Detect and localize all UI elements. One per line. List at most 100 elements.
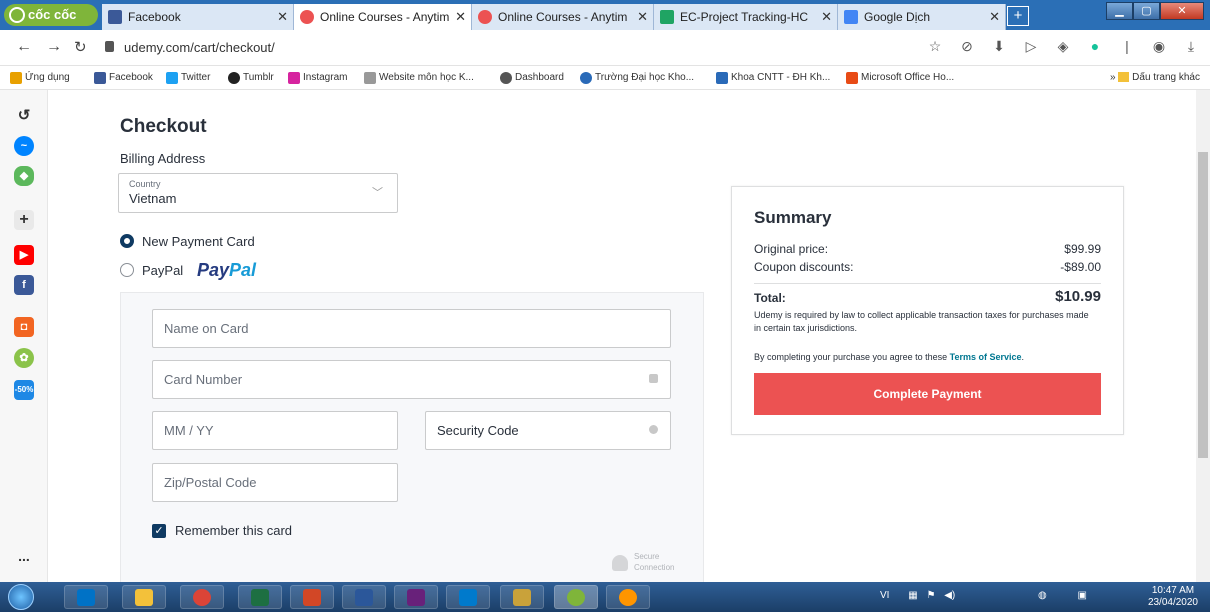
maximize-button[interactable]: ▢ (1133, 2, 1160, 20)
url-text[interactable]: udemy.com/cart/checkout/ (124, 40, 275, 55)
paypal-label[interactable]: PayPal (142, 263, 183, 278)
security-code-input[interactable]: Security Code (425, 411, 671, 450)
university-icon (580, 72, 592, 84)
tumblr-icon (228, 72, 240, 84)
sheets-icon (660, 10, 674, 24)
terms-of-service-link[interactable]: Terms of Service (950, 352, 1022, 362)
outlook-icon (77, 589, 95, 606)
tab-project-tracking[interactable]: EC-Project Tracking-HC ✕ (654, 4, 838, 30)
bookmark-university[interactable]: Trường Đại học Kho... (580, 72, 694, 84)
radio-paypal[interactable] (120, 263, 134, 277)
office-icon (846, 72, 858, 84)
tab-facebook[interactable]: Facebook ✕ (102, 4, 294, 30)
bookmark-office[interactable]: Microsoft Office Ho... (846, 72, 954, 84)
close-icon[interactable]: ✕ (637, 4, 648, 30)
name-on-card-input[interactable]: Name on Card (152, 309, 671, 348)
bookmark-facebook[interactable]: Facebook (94, 72, 153, 84)
tray-app-icon-2[interactable]: ▣ (1078, 590, 1087, 601)
page-scrollbar[interactable] (1196, 90, 1210, 582)
messenger-icon[interactable]: ~ (14, 136, 34, 156)
new-payment-card-label[interactable]: New Payment Card (142, 234, 255, 249)
help-icon[interactable] (649, 425, 658, 434)
brand-name: cốc cốc (28, 7, 77, 22)
game-icon[interactable]: ◆ (14, 166, 34, 186)
tab-udemy-active[interactable]: Online Courses - Anytim ✕ (294, 4, 472, 30)
profile-icon[interactable]: ◉ (1150, 38, 1168, 55)
taskbar-outlook[interactable] (64, 585, 108, 609)
minimize-button[interactable]: ▁ (1106, 2, 1133, 20)
star-icon[interactable]: ☆ (926, 38, 944, 55)
taskbar-firefox[interactable] (606, 585, 650, 609)
facebook-icon[interactable]: f (14, 275, 34, 295)
close-icon[interactable]: ✕ (821, 4, 832, 30)
coccoc-brand[interactable]: cốc cốc (4, 4, 98, 26)
expiry-input[interactable]: MM / YY (152, 411, 398, 450)
shield-icon[interactable]: ⊘ (958, 38, 976, 55)
other-bookmarks[interactable]: » Dấu trang khác (1110, 72, 1200, 83)
close-window-button[interactable]: ✕ (1160, 2, 1204, 20)
bookmark-faculty[interactable]: Khoa CNTT - ĐH Kh... (716, 72, 830, 84)
reload-icon[interactable]: ↻ (74, 38, 87, 56)
browser-tab-strip: cốc cốc Facebook ✕ Online Courses - Anyt… (0, 0, 1210, 30)
coupon-row: Coupon discounts: -$89.00 (754, 260, 1101, 274)
forward-icon[interactable]: → (46, 38, 62, 56)
more-icon[interactable]: ... (14, 546, 34, 566)
original-price-value: $99.99 (1064, 242, 1101, 256)
volume-icon[interactable]: ◀) (944, 590, 955, 601)
leaf-icon[interactable]: ✿ (14, 348, 34, 368)
sale-icon[interactable]: -50% (14, 380, 34, 400)
remember-card-checkbox[interactable]: ✓ (152, 524, 166, 538)
complete-payment-button[interactable]: Complete Payment (754, 373, 1101, 415)
address-bar: ← → ↻ udemy.com/cart/checkout/ ☆ ⊘ ⬇ ▷ ◈… (0, 30, 1210, 66)
start-button[interactable] (8, 584, 34, 610)
tab-google-translate[interactable]: Google Dịch ✕ (838, 4, 1006, 30)
taskbar-visual-studio[interactable] (394, 585, 438, 609)
taskbar-powerpoint[interactable] (290, 585, 334, 609)
taskbar-coccoc[interactable] (554, 585, 598, 609)
taskbar-chrome[interactable] (180, 585, 224, 609)
tab-title: Online Courses - Anytim (320, 10, 450, 24)
card-number-input[interactable]: Card Number (152, 360, 671, 399)
system-clock[interactable]: 10:47 AM 23/04/2020 (1148, 585, 1198, 609)
network-icon[interactable]: ▦ (908, 590, 917, 601)
downloads-icon[interactable]: ⤓ (1182, 38, 1200, 55)
tab-udemy-2[interactable]: Online Courses - Anytim ✕ (472, 4, 654, 30)
new-tab-button[interactable]: + (1007, 6, 1029, 26)
bookmark-instagram[interactable]: Instagram (288, 72, 347, 84)
history-icon[interactable]: ↺ (14, 106, 34, 126)
flag-icon[interactable]: ⚑ (926, 590, 935, 601)
play-icon[interactable]: ▷ (1022, 38, 1040, 55)
youtube-icon[interactable]: ▶ (14, 245, 34, 265)
bookmark-tumblr[interactable]: Tumblr (228, 72, 274, 84)
tab-title: Facebook (128, 10, 181, 24)
grammarly-icon[interactable]: ● (1086, 38, 1104, 55)
shop-icon[interactable]: ◘ (14, 317, 34, 337)
bookmark-twitter[interactable]: Twitter (166, 72, 210, 84)
back-icon[interactable]: ← (16, 38, 32, 56)
close-icon[interactable]: ✕ (989, 4, 1000, 30)
bookmark-apps[interactable]: Ứng dụng (10, 72, 70, 84)
zip-code-input[interactable]: Zip/Postal Code (152, 463, 398, 502)
download-icon[interactable]: ⬇ (990, 38, 1008, 55)
order-summary: Summary Original price: $99.99 Coupon di… (731, 186, 1124, 435)
close-icon[interactable]: ✕ (455, 4, 466, 30)
bookmark-website[interactable]: Website môn học K... (364, 72, 474, 84)
tray-app-icon[interactable]: ◍ (1038, 590, 1047, 601)
taskbar-word[interactable] (342, 585, 386, 609)
taskbar-excel[interactable] (238, 585, 282, 609)
remember-card-label[interactable]: Remember this card (175, 523, 292, 538)
tab-title: Google Dịch (864, 10, 931, 24)
taskbar-vscode[interactable] (446, 585, 490, 609)
coccoc-logo-icon (9, 7, 25, 23)
faculty-icon (716, 72, 728, 84)
add-icon[interactable]: + (14, 210, 34, 230)
scrollbar-thumb[interactable] (1198, 152, 1208, 458)
country-select[interactable]: Country Vietnam ﹀ (118, 173, 398, 213)
bookmark-dashboard[interactable]: Dashboard (500, 72, 564, 84)
taskbar-explorer[interactable] (122, 585, 166, 609)
taskbar-tools[interactable] (500, 585, 544, 609)
extension-icon[interactable]: ◈ (1054, 38, 1072, 55)
language-indicator[interactable]: VI (880, 590, 889, 601)
close-icon[interactable]: ✕ (277, 4, 288, 30)
radio-new-payment-card[interactable] (120, 234, 134, 248)
